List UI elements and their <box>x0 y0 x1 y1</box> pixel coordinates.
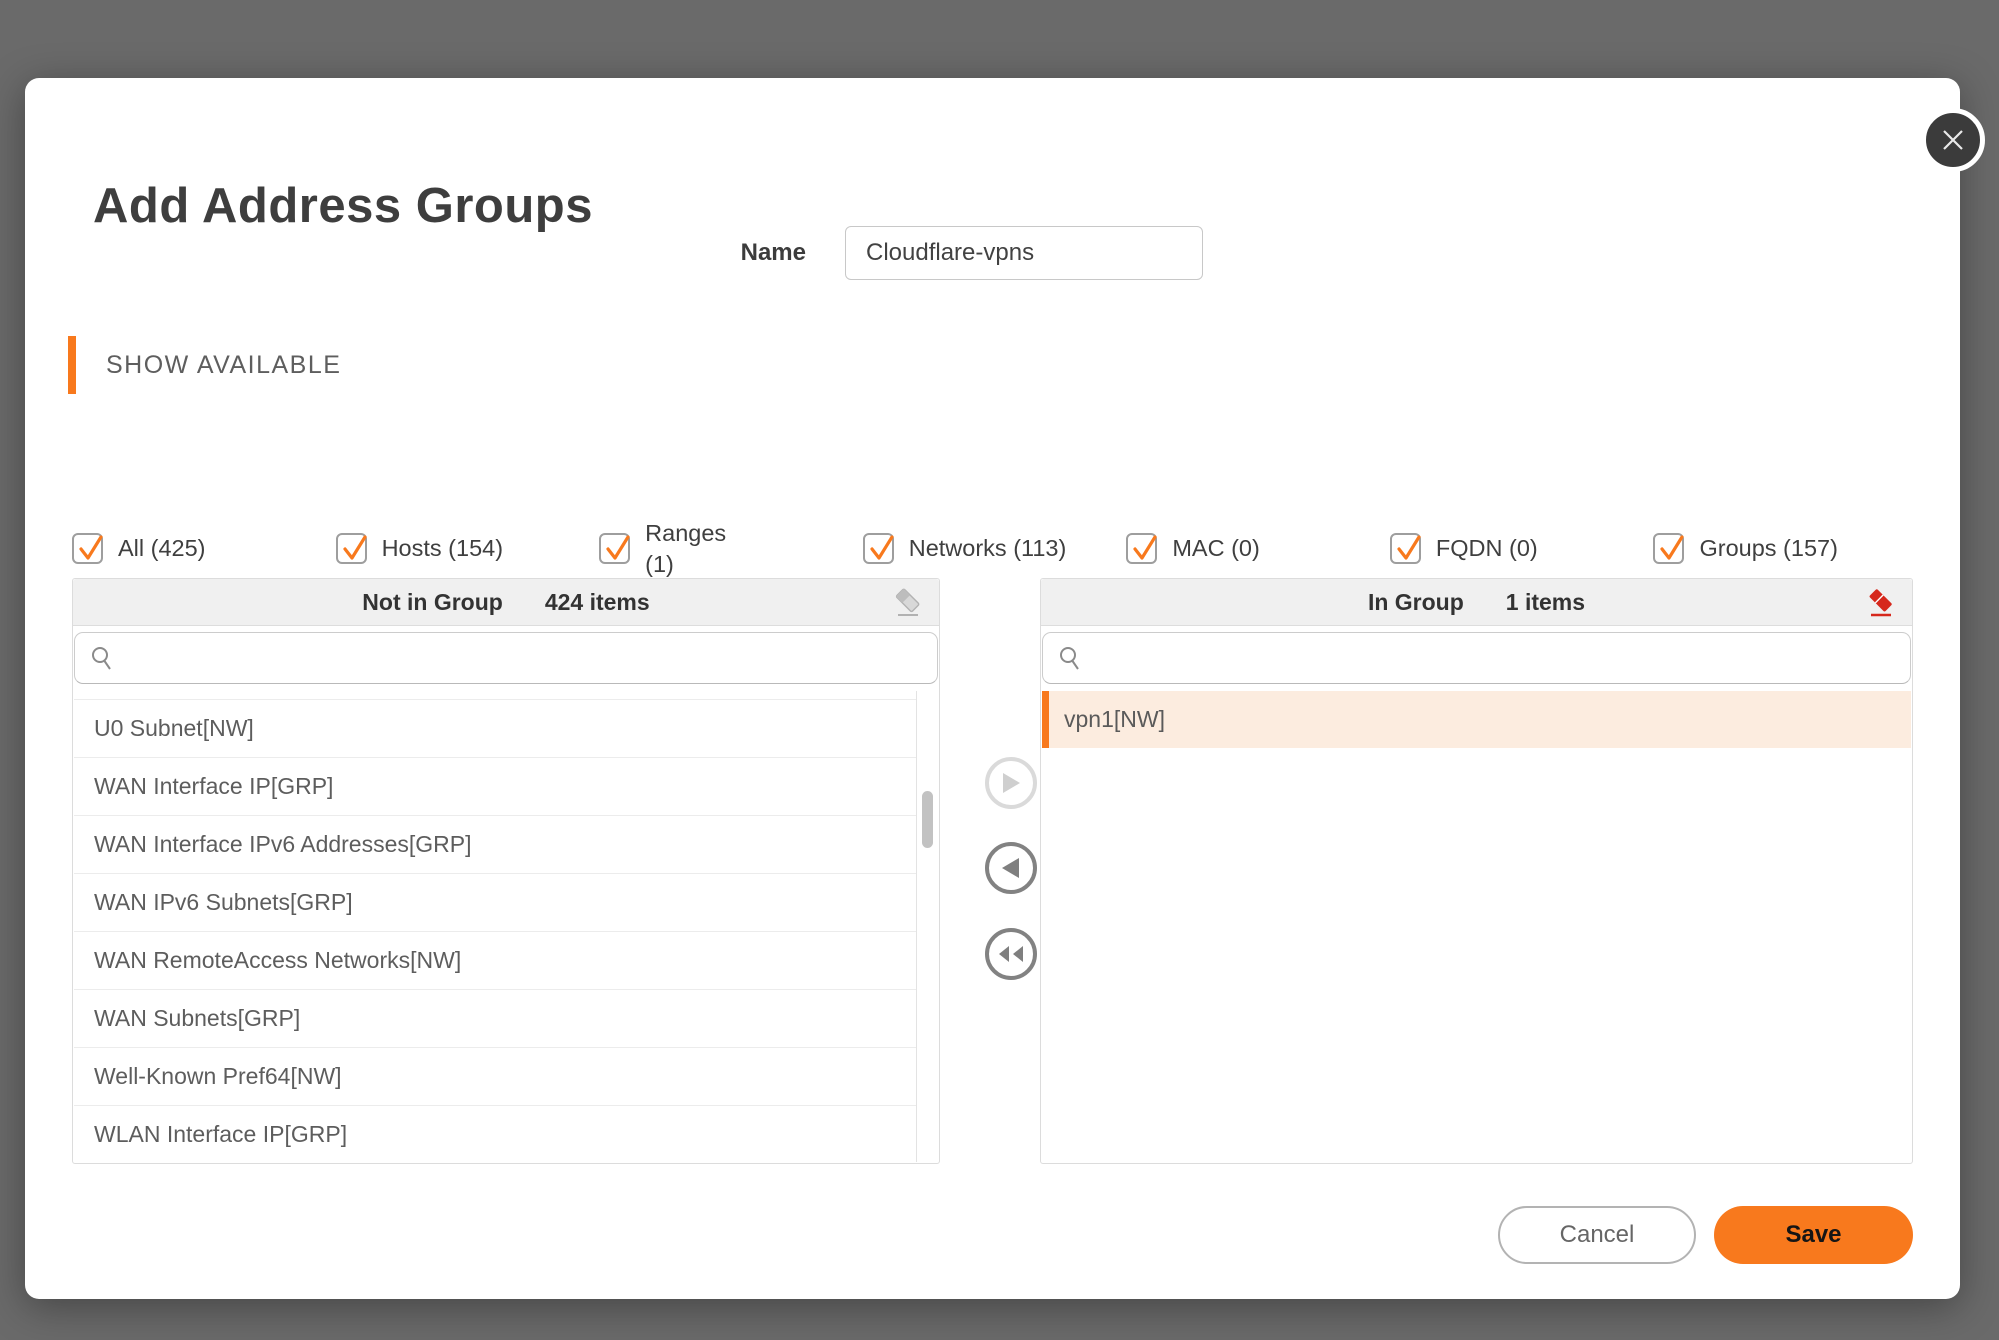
eraser-icon <box>893 587 923 619</box>
move-right-button[interactable] <box>985 757 1037 809</box>
eraser-red-icon <box>1866 587 1896 619</box>
not-in-group-search-input[interactable] <box>127 633 929 683</box>
in-group-search-input[interactable] <box>1095 633 1902 683</box>
dual-list-area: Not in Group 424 items <box>72 578 1913 1164</box>
filter-checkbox-item[interactable]: Groups (157) <box>1653 533 1917 564</box>
filter-checkbox-item[interactable]: MAC (0) <box>1126 533 1390 564</box>
clear-in-group-button[interactable] <box>1864 585 1898 621</box>
address-list-item[interactable]: U0 Subnet[NW] <box>74 700 916 758</box>
not-in-group-title: Not in Group <box>362 589 503 616</box>
name-field-row: Name <box>25 226 1960 280</box>
arrow-left-icon <box>1001 857 1021 879</box>
filter-label: All (425) <box>118 533 206 564</box>
in-group-list: vpn1[NW] <box>1042 691 1911 1162</box>
filter-label: FQDN (0) <box>1436 533 1538 564</box>
in-group-panel: In Group 1 items <box>1040 578 1913 1164</box>
address-list-item[interactable]: WAN Interface IPv6 Addresses[GRP] <box>74 816 916 874</box>
in-group-header: In Group 1 items <box>1041 579 1912 626</box>
in-group-searchbar <box>1042 632 1911 684</box>
checkbox-checked-icon[interactable] <box>1390 533 1421 564</box>
filter-checkbox-item[interactable]: Ranges (1) <box>599 518 863 579</box>
address-list-item[interactable]: WAN RemoteAccess Networks[NW] <box>74 932 916 990</box>
save-button[interactable]: Save <box>1714 1206 1913 1264</box>
partial-list-item <box>74 691 916 700</box>
move-left-button[interactable] <box>985 842 1037 894</box>
cancel-button[interactable]: Cancel <box>1498 1206 1696 1264</box>
close-button[interactable] <box>1921 108 1985 172</box>
in-group-title: In Group <box>1368 589 1464 616</box>
filter-label: Groups (157) <box>1699 533 1837 564</box>
checkbox-checked-icon[interactable] <box>863 533 894 564</box>
not-in-group-searchbar <box>74 632 938 684</box>
filter-label: Hosts (154) <box>382 533 503 564</box>
dimmed-backdrop: Add Address Groups Name SHOW AVAILABLE A… <box>0 0 1999 1340</box>
filter-checkbox-item[interactable]: All (425) <box>72 533 336 564</box>
address-list-item[interactable]: vpn1[NW] <box>1042 691 1911 748</box>
address-list-item[interactable]: WAN IPv6 Subnets[GRP] <box>74 874 916 932</box>
filter-checkbox-row: All (425) Hosts (154) <box>72 518 1917 579</box>
clear-not-in-group-button[interactable] <box>891 585 925 621</box>
not-in-group-panel: Not in Group 424 items <box>72 578 940 1164</box>
checkbox-checked-icon[interactable] <box>1653 533 1684 564</box>
filter-label: Networks (113) <box>909 533 1067 564</box>
filter-label: MAC (0) <box>1172 533 1259 564</box>
double-arrow-left-icon <box>997 944 1025 964</box>
address-list-item[interactable]: WAN Subnets[GRP] <box>74 990 916 1048</box>
filter-checkbox-item[interactable]: Hosts (154) <box>336 533 600 564</box>
list-scrollbar[interactable] <box>916 691 938 1162</box>
in-group-count: 1 items <box>1506 589 1585 616</box>
address-list-item[interactable]: WAN Interface IP[GRP] <box>74 758 916 816</box>
show-available-section: SHOW AVAILABLE <box>68 336 341 394</box>
not-in-group-header: Not in Group 424 items <box>73 579 939 626</box>
not-in-group-list: U0 Subnet[NW] WAN Interface IP[GRP] WAN … <box>74 691 916 1162</box>
section-title: SHOW AVAILABLE <box>106 351 341 380</box>
scrollbar-thumb[interactable] <box>922 791 933 848</box>
add-address-groups-dialog: Add Address Groups Name SHOW AVAILABLE A… <box>25 78 1960 1299</box>
checkbox-checked-icon[interactable] <box>1126 533 1157 564</box>
filter-checkbox-item[interactable]: FQDN (0) <box>1390 533 1654 564</box>
name-input[interactable] <box>845 226 1203 280</box>
checkbox-checked-icon[interactable] <box>72 533 103 564</box>
section-accent-bar <box>68 336 76 394</box>
move-all-left-button[interactable] <box>985 928 1037 980</box>
checkbox-checked-icon[interactable] <box>599 533 630 564</box>
not-in-group-count: 424 items <box>545 589 650 616</box>
filter-label: Ranges (1) <box>645 518 760 579</box>
address-list-item[interactable]: WLAN Interface IP[GRP] <box>74 1106 916 1162</box>
name-label: Name <box>625 226 806 280</box>
checkbox-checked-icon[interactable] <box>336 533 367 564</box>
close-icon <box>1940 127 1966 153</box>
arrow-right-icon <box>1001 772 1021 794</box>
address-list-item[interactable]: Well-Known Pref64[NW] <box>74 1048 916 1106</box>
filter-checkbox-item[interactable]: Networks (113) <box>863 533 1127 564</box>
